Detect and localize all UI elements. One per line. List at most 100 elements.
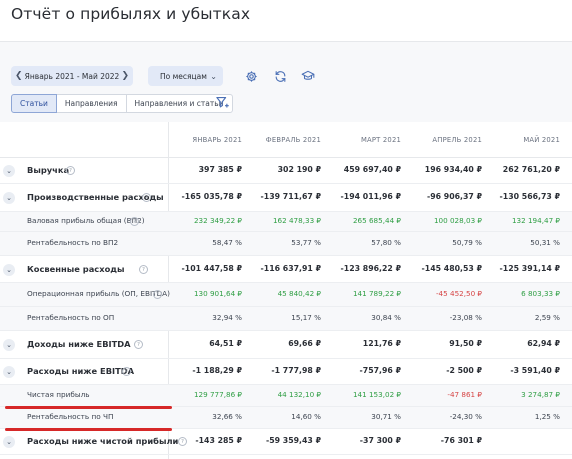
table-cell: 302 190 ₽: [277, 165, 321, 174]
table-cell: 3 274,87 ₽: [521, 390, 560, 399]
table-row[interactable]: ⌄ Выручка? 397 385 ₽ 302 190 ₽ 459 697,40 ₽ 1…: [0, 158, 572, 184]
info-icon[interactable]: ?: [153, 290, 162, 299]
table-row: Операционная прибыль (ОП, EBITDA)? 130 90…: [0, 283, 572, 307]
info-icon[interactable]: ?: [178, 437, 187, 446]
chevron-down-icon[interactable]: ⌄: [3, 436, 15, 448]
filter-add-icon[interactable]: [215, 95, 231, 111]
tab-directions[interactable]: Направления: [55, 94, 127, 113]
table-cell: -145 480,53 ₽: [421, 264, 482, 273]
table-cell: 50,79 %: [452, 238, 482, 247]
row-label: Косвенные расходы: [27, 264, 125, 274]
table-row[interactable]: ⌄ Косвенные расходы? -101 447,58 ₽ -116 637…: [0, 256, 572, 283]
table-cell: -1 188,29 ₽: [192, 366, 242, 375]
info-icon[interactable]: ?: [130, 217, 139, 226]
table-cell: 132 194,47 ₽: [511, 216, 560, 225]
table-cell: 141 153,02 ₽: [352, 390, 401, 399]
table-cell: -125 391,14 ₽: [499, 264, 560, 273]
info-icon[interactable]: ?: [122, 367, 131, 376]
table-cell: 130 901,64 ₽: [193, 289, 242, 298]
chevron-down-icon[interactable]: ⌄: [3, 165, 15, 177]
chevron-down-icon: ⌄: [210, 71, 217, 81]
table-row[interactable]: ⌄ Производственные расходы? -165 035,78 ₽ -…: [0, 184, 572, 212]
column-header[interactable]: АПРЕЛЬ 2021: [432, 136, 482, 144]
row-label: Выручка: [27, 165, 70, 175]
table-cell: -194 011,96 ₽: [340, 192, 401, 201]
info-icon[interactable]: ?: [66, 166, 75, 175]
table-cell: -37 300 ₽: [359, 436, 401, 445]
chevron-right-icon[interactable]: ❯: [121, 71, 129, 81]
row-label: Операционная прибыль (ОП, EBITDA): [27, 289, 170, 298]
table-cell: 64,51 ₽: [209, 339, 242, 348]
grouping-value: По месяцам: [160, 71, 207, 81]
table-cell: 129 777,86 ₽: [193, 390, 242, 399]
table-row[interactable]: ⌄ Расходы ниже EBITDA? -1 188,29 ₽ -1 777,9…: [0, 359, 572, 385]
table-row: Рентабельность по ЧП 32,66 % 14,60 % 30,71 …: [0, 407, 572, 429]
table-row: Рентабельность по ВП2 58,47 % 53,77 % 57,80…: [0, 232, 572, 256]
table-row: Валовая прибыль общая (ВП2)? 232 349,22 ₽…: [0, 212, 572, 232]
table-row[interactable]: ⌄ Доходы ниже EBITDA? 64,51 ₽ 69,66 ₽ 121,76…: [0, 331, 572, 359]
graduation-cap-icon[interactable]: [300, 68, 316, 84]
row-label: Валовая прибыль общая (ВП2): [27, 216, 145, 225]
row-label: Доходы ниже EBITDA: [27, 339, 131, 349]
table-cell: 32,94 %: [212, 313, 242, 322]
column-header[interactable]: ФЕВРАЛЬ 2021: [266, 136, 321, 144]
table-cell: 141 789,22 ₽: [352, 289, 401, 298]
table-cell: 32,66 %: [212, 412, 242, 421]
column-header[interactable]: ЯНВАРЬ 2021: [192, 136, 242, 144]
chevron-left-icon[interactable]: ❮: [15, 71, 23, 81]
table-row: Рентабельность по ОП 32,94 % 15,17 % 30,84 …: [0, 307, 572, 331]
row-label: Расходы ниже чистой прибыли: [27, 436, 179, 446]
table-cell: 58,47 %: [212, 238, 242, 247]
row-label: Расходы ниже EBITDA: [27, 366, 135, 376]
table-cell: 162 478,33 ₽: [272, 216, 321, 225]
column-header[interactable]: МАЙ 2021: [523, 136, 560, 144]
row-label: Чистая прибыль: [27, 390, 90, 399]
highlight-underline: [5, 428, 172, 431]
chevron-down-icon[interactable]: ⌄: [3, 192, 15, 204]
info-icon[interactable]: ?: [142, 193, 151, 202]
gear-icon[interactable]: [243, 68, 259, 84]
table-cell: 265 685,44 ₽: [352, 216, 401, 225]
chevron-down-icon[interactable]: ⌄: [3, 366, 15, 378]
table-cell: 2,59 %: [534, 313, 560, 322]
table-cell: -143 285 ₽: [195, 436, 242, 445]
table-cell: 262 761,20 ₽: [502, 165, 560, 174]
table-cell: -116 637,91 ₽: [260, 264, 321, 273]
grouping-select[interactable]: По месяцам ⌄: [148, 66, 223, 86]
period-label: Январь 2021 - Май 2022: [24, 71, 120, 81]
table-cell: -2 500 ₽: [446, 366, 482, 375]
info-icon[interactable]: ?: [139, 265, 148, 274]
table-cell: -1 777,98 ₽: [271, 366, 321, 375]
table-cell: -23,08 %: [449, 313, 482, 322]
table-cell: 1,25 %: [534, 412, 560, 421]
table-cell: 30,71 %: [371, 412, 401, 421]
view-tabs: Статьи Направления Направления и статьи: [11, 94, 233, 113]
table-row[interactable]: ⌄ Расходы ниже чистой прибыли? -143 285 ₽ -…: [0, 429, 572, 455]
table-cell: -47 861 ₽: [447, 390, 482, 399]
table-cell: -59 359,43 ₽: [265, 436, 321, 445]
chevron-down-icon[interactable]: ⌄: [3, 264, 15, 276]
pnl-table: ЯНВАРЬ 2021 ФЕВРАЛЬ 2021 МАРТ 2021 АПРЕЛ…: [0, 122, 572, 459]
table-cell: -45 452,50 ₽: [435, 289, 482, 298]
table-cell: 57,80 %: [371, 238, 401, 247]
period-picker[interactable]: ❮ Январь 2021 - Май 2022 ❯: [11, 66, 133, 86]
table-cell: 121,76 ₽: [362, 339, 401, 348]
table-cell: -139 711,67 ₽: [260, 192, 321, 201]
table-cell: 14,60 %: [291, 412, 321, 421]
table-cell: 100 028,03 ₽: [433, 216, 482, 225]
tab-articles[interactable]: Статьи: [11, 94, 57, 113]
table-cell: -165 035,78 ₽: [181, 192, 242, 201]
refresh-icon[interactable]: [272, 68, 288, 84]
column-header[interactable]: МАРТ 2021: [361, 136, 401, 144]
row-label: Рентабельность по ОП: [27, 313, 115, 322]
info-icon[interactable]: ?: [134, 340, 143, 349]
table-cell: -130 566,73 ₽: [499, 192, 560, 201]
table-cell: 44 132,10 ₽: [277, 390, 321, 399]
row-label: Рентабельность по ЧП: [27, 412, 114, 421]
row-label: Рентабельность по ВП2: [27, 238, 119, 247]
chevron-down-icon[interactable]: ⌄: [3, 339, 15, 351]
page-title: Отчёт о прибылях и убытках: [11, 5, 251, 23]
table-cell: -96 906,37 ₽: [426, 192, 482, 201]
table-cell: 50,31 %: [530, 238, 560, 247]
highlight-underline: [5, 406, 172, 409]
